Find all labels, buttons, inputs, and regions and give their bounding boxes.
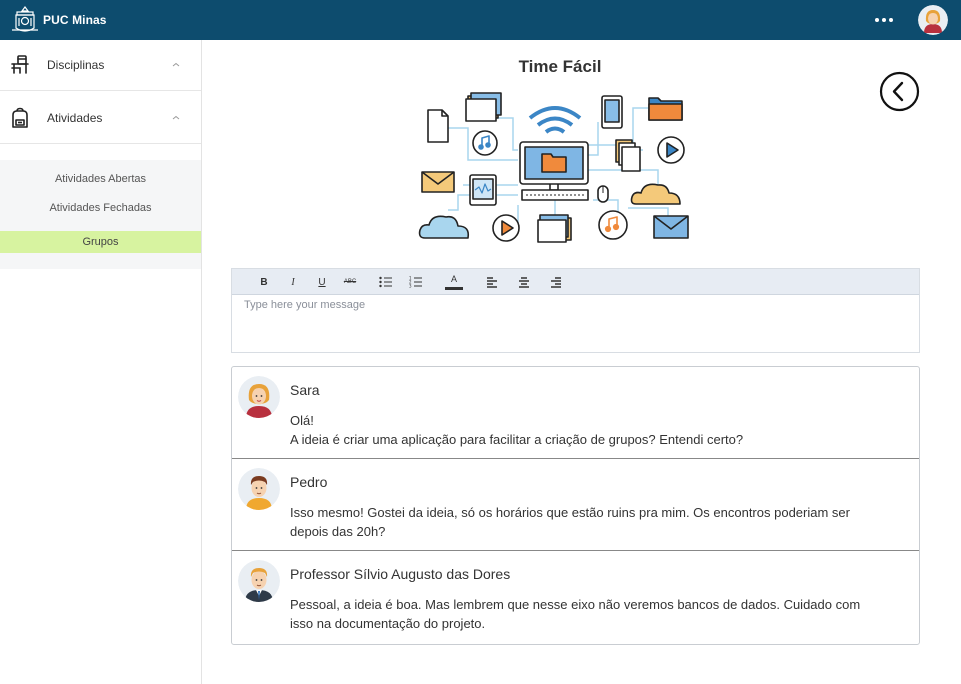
avatar xyxy=(238,468,280,510)
avatar xyxy=(238,376,280,418)
message-author: Sara xyxy=(290,382,320,398)
bulleted-list-button[interactable] xyxy=(377,272,395,292)
sidebar-item-label: Disciplinas xyxy=(47,58,105,72)
avatar xyxy=(238,560,280,602)
submenu-atividades-fechadas[interactable]: Atividades Fechadas xyxy=(0,202,201,214)
user-avatar[interactable] xyxy=(918,5,948,35)
bulleted-list-icon xyxy=(379,276,392,288)
message-editor: B I U ABC 123 A xyxy=(231,268,920,353)
message-item: Sara Olá! A ideia é criar uma aplicação … xyxy=(232,367,919,459)
numbered-list-button[interactable]: 123 xyxy=(407,272,425,292)
message-text: Pessoal, a ideia é boa. Mas lembrem que … xyxy=(290,597,861,631)
message-input[interactable] xyxy=(232,295,919,352)
top-bar: PUC Minas xyxy=(0,0,961,40)
align-center-button[interactable] xyxy=(516,272,532,292)
sidebar: Disciplinas Atividades Atividades Aberta… xyxy=(0,40,202,684)
professor-avatar-icon xyxy=(238,560,280,602)
svg-text:3: 3 xyxy=(409,284,412,289)
more-options-button[interactable] xyxy=(871,10,897,30)
back-button[interactable] xyxy=(879,71,920,112)
message-text: Isso mesmo! Gostei da ideia, só os horár… xyxy=(290,505,850,539)
message-item: Professor Sílvio Augusto das Dores Pesso… xyxy=(232,551,919,644)
backpack-icon xyxy=(12,107,28,128)
align-right-button[interactable] xyxy=(548,272,564,292)
user-avatar-icon xyxy=(918,5,948,35)
female-avatar-icon xyxy=(238,376,280,418)
dot-icon xyxy=(882,18,886,22)
numbered-list-icon: 123 xyxy=(409,276,422,289)
sidebar-item-label: Atividades xyxy=(47,111,103,125)
chevron-up-icon xyxy=(172,62,180,67)
desk-chair-icon xyxy=(11,55,29,74)
chevron-up-icon xyxy=(172,115,180,120)
dot-icon xyxy=(889,18,893,22)
puc-logo-icon xyxy=(12,6,38,32)
bold-button[interactable]: B xyxy=(257,272,271,292)
text-color-button[interactable]: A xyxy=(444,272,464,292)
sidebar-item-disciplinas[interactable]: Disciplinas xyxy=(0,40,201,91)
italic-button[interactable]: I xyxy=(286,272,300,292)
align-left-button[interactable] xyxy=(484,272,500,292)
text-color-label: A xyxy=(450,274,457,284)
network-devices-illustration xyxy=(418,92,689,243)
text-color-swatch xyxy=(445,287,463,290)
atividades-submenu: Atividades Abertas Atividades Fechadas G… xyxy=(0,160,201,269)
message-item: Pedro Isso mesmo! Gostei da ideia, só os… xyxy=(232,459,919,551)
align-left-icon xyxy=(487,277,497,288)
submenu-atividades-abertas[interactable]: Atividades Abertas xyxy=(0,173,201,185)
sidebar-item-atividades[interactable]: Atividades xyxy=(0,93,201,144)
page-title: Time Fácil xyxy=(518,57,602,76)
editor-toolbar: B I U ABC 123 A xyxy=(232,269,919,295)
dot-icon xyxy=(875,18,879,22)
message-list: Sara Olá! A ideia é criar uma aplicação … xyxy=(231,366,920,645)
brand[interactable]: PUC Minas xyxy=(9,4,107,36)
align-center-icon xyxy=(519,277,529,288)
message-author: Professor Sílvio Augusto das Dores xyxy=(290,566,511,582)
submenu-grupos[interactable]: Grupos xyxy=(0,231,201,253)
message-text: Olá! A ideia é criar uma aplicação para … xyxy=(290,413,744,447)
align-right-icon xyxy=(551,277,561,288)
male-avatar-icon xyxy=(238,468,280,510)
message-author: Pedro xyxy=(290,474,328,490)
brand-name: PUC Minas xyxy=(43,13,107,27)
underline-button[interactable]: U xyxy=(315,272,329,292)
strikethrough-button[interactable]: ABC xyxy=(342,272,358,292)
